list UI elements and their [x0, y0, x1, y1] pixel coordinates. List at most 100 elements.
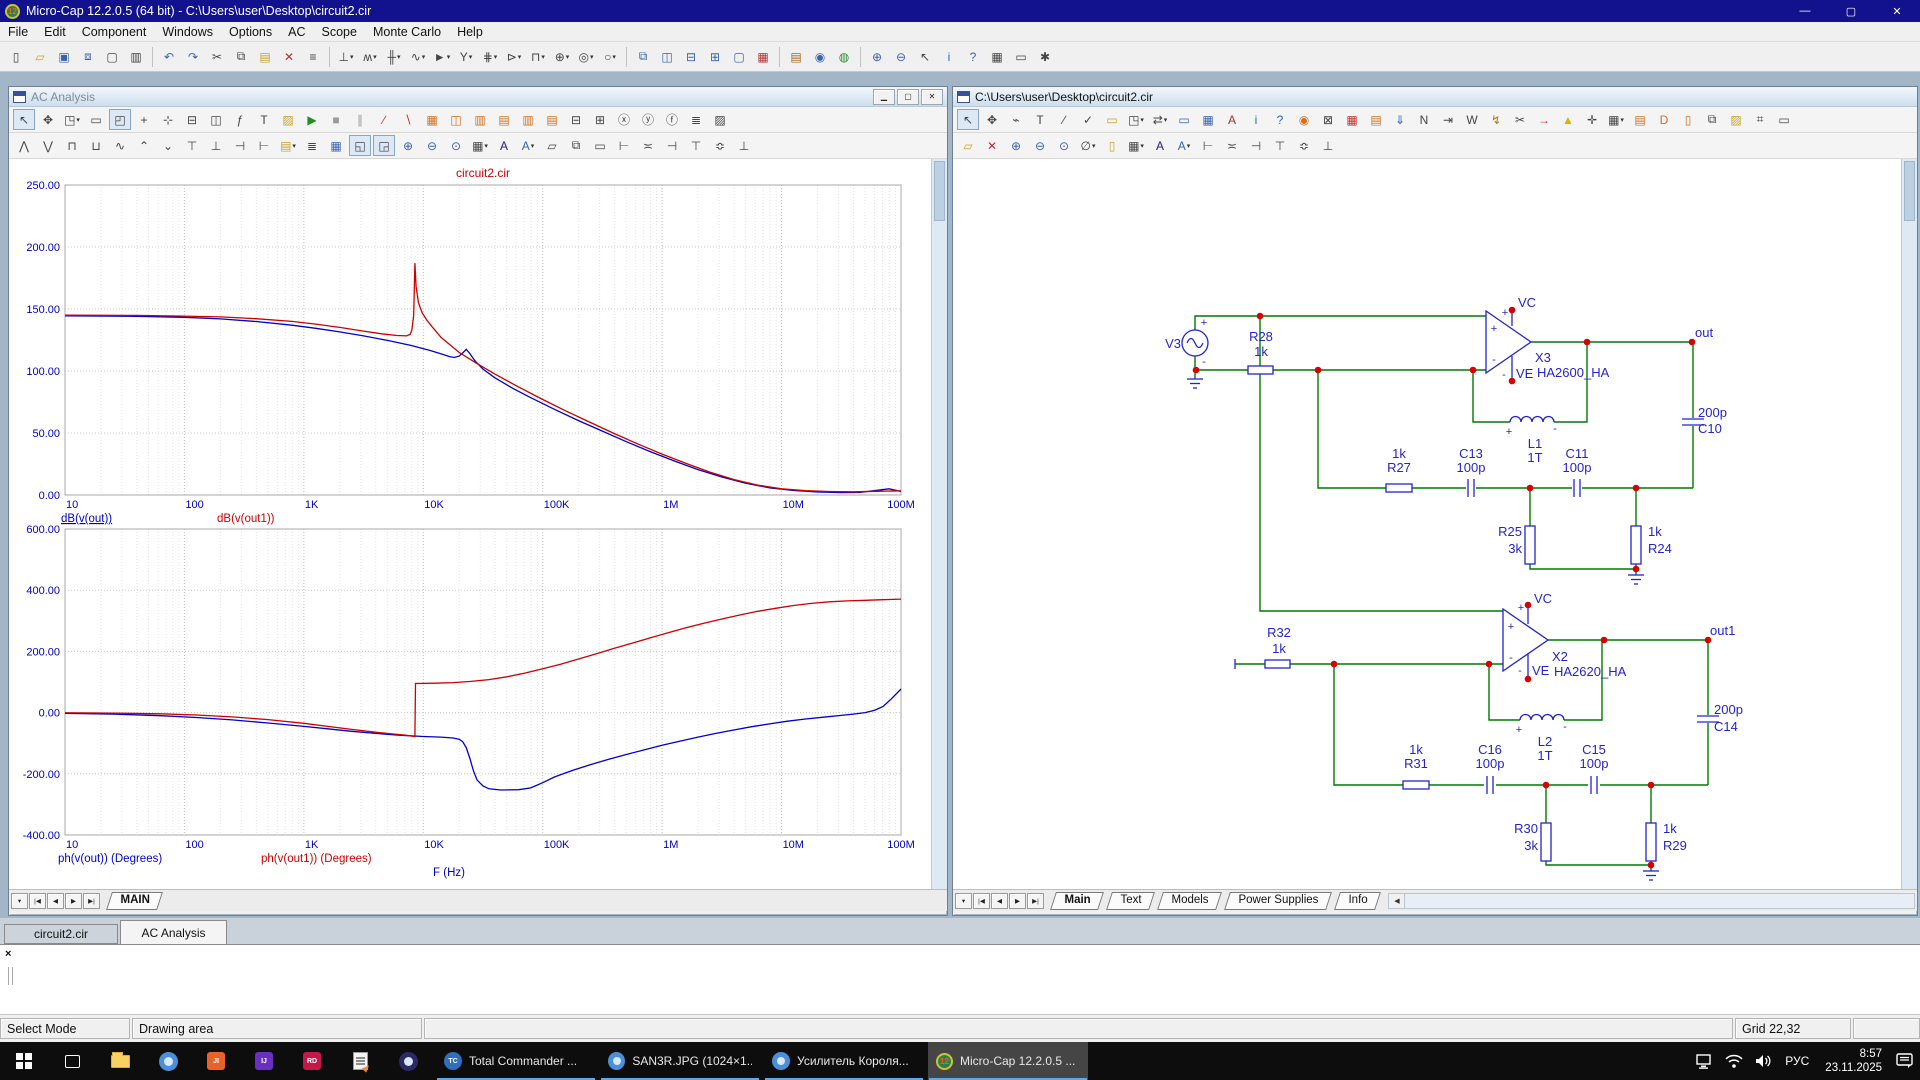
image-viewer-taskbar-button[interactable]: SAN3R.JPG (1024×1... [600, 1042, 760, 1080]
font-button[interactable]: A [493, 135, 515, 156]
notepad[interactable] [336, 1042, 384, 1080]
intellij-idea[interactable]: IJ [240, 1042, 288, 1080]
cross-hair-button[interactable]: ✛ [1581, 109, 1603, 130]
mosfet-component-button[interactable]: ⋕▾ [479, 46, 501, 67]
current-display-button[interactable]: W [1461, 109, 1483, 130]
top-edge-button[interactable]: ⊤ [181, 135, 203, 156]
ac-close-button[interactable]: ✕ [921, 89, 943, 105]
sch-nav-prev-button[interactable]: ◀ [991, 893, 1008, 909]
schematic-canvas[interactable]: V3 + - R28 1k + - + VC - VE X3 HA2600_HA… [953, 159, 1917, 889]
redo-button[interactable]: ↷ [182, 46, 204, 67]
low-button[interactable]: ⊔ [85, 135, 107, 156]
data-points-button[interactable]: ▦ [421, 109, 443, 130]
network-icon[interactable] [1689, 1054, 1719, 1069]
paste-button[interactable]: ▤ [254, 46, 276, 67]
revert-file-button[interactable]: ▢ [101, 46, 123, 67]
page-properties-button[interactable]: ▯ [1101, 135, 1123, 156]
browser-window-taskbar-button[interactable]: Усилитель Короля... [764, 1042, 924, 1080]
ac-vertical-scrollbar[interactable] [931, 159, 947, 889]
global-high-button[interactable]: ⌃ [133, 135, 155, 156]
preferences-button[interactable]: ✱ [1034, 46, 1056, 67]
help-mode-button[interactable]: ? [1269, 109, 1291, 130]
no-autoscale-button[interactable]: ∅▾ [1077, 135, 1099, 156]
align-middle-button[interactable]: ≎ [1293, 135, 1315, 156]
go-to-branch-button[interactable]: ≣ [685, 109, 707, 130]
document-tab-ac-analysis[interactable]: AC Analysis [120, 920, 227, 944]
pin-connections-button[interactable]: → [1533, 109, 1555, 130]
split-window-button[interactable]: ⊞ [704, 46, 726, 67]
remove-plot-button[interactable]: ⊟ [565, 109, 587, 130]
copy-button[interactable]: ⧉ [230, 46, 252, 67]
wire-mode-button[interactable]: ⌁ [1005, 109, 1027, 130]
overlay-plots-button[interactable]: ▤ [541, 109, 563, 130]
resistor-component-button[interactable]: ʍ▾ [359, 46, 381, 67]
scale-mode-button[interactable]: ◰ [109, 109, 131, 130]
inflection-button[interactable]: ∿ [109, 135, 131, 156]
text-mode-button[interactable]: T [1029, 109, 1051, 130]
ac-plot-svg[interactable]: 250.00200.00150.00100.0050.000.00101001K… [9, 159, 927, 889]
text-increment-button[interactable]: ▤ [1365, 109, 1387, 130]
pan-button[interactable]: ✥ [981, 109, 1003, 130]
sch-nav-first-button[interactable]: |◀ [973, 893, 990, 909]
language-indicator[interactable]: РУС [1785, 1054, 1809, 1068]
grid-spacing-button[interactable]: ▦▾ [1125, 135, 1147, 156]
browser[interactable] [144, 1042, 192, 1080]
clipboard-button[interactable]: ▤▾ [277, 135, 299, 156]
ac-nav-dropdown-button[interactable]: ▾ [11, 893, 28, 909]
text-tool-button[interactable]: T [253, 109, 275, 130]
point-tag-button[interactable]: ⊹ [157, 109, 179, 130]
x-log-scale-button[interactable]: ◱ [349, 135, 371, 156]
sheet-tab-text[interactable]: Text [1106, 892, 1155, 910]
model-editor-button[interactable]: ▦ [1341, 109, 1363, 130]
menu-ac[interactable]: AC [280, 24, 313, 40]
align-left-button[interactable]: ⊢ [1197, 135, 1219, 156]
pause-button[interactable]: ∥ [349, 109, 371, 130]
menu-monte-carlo[interactable]: Monte Carlo [365, 24, 449, 40]
select-button[interactable]: ↖ [957, 109, 979, 130]
component-select-button[interactable]: ◳▾ [1125, 109, 1147, 130]
align-top-button[interactable]: ⊤ [685, 135, 707, 156]
align-bottom-button[interactable]: ⊥ [733, 135, 755, 156]
delete-button[interactable]: ✕ [278, 46, 300, 67]
picture-button[interactable]: ▭ [1101, 109, 1123, 130]
hscroll-left-arrow[interactable]: ◀ [1389, 894, 1405, 908]
normal-plot-button[interactable]: ▥ [469, 109, 491, 130]
y-log-scale-button[interactable]: ◲ [373, 135, 395, 156]
wifi-icon[interactable] [1719, 1054, 1749, 1068]
menu-help[interactable]: Help [449, 24, 491, 40]
menu-edit[interactable]: Edit [36, 24, 74, 40]
ac-tab-main[interactable]: MAIN [106, 892, 163, 910]
horizontal-tag-button[interactable]: ⊟ [181, 109, 203, 130]
formula-text-button[interactable]: ƒ [229, 109, 251, 130]
inductor-component-button[interactable]: ∿▾ [407, 46, 429, 67]
find-button[interactable]: ≡ [302, 46, 324, 67]
zoom-custom-button[interactable]: ⊙ [1053, 135, 1075, 156]
font-color-button[interactable]: A▾ [517, 135, 539, 156]
grid-button[interactable]: ▦▾ [469, 135, 491, 156]
maximize-window-button[interactable]: ▢ [728, 46, 750, 67]
clock[interactable]: 8:57 23.11.2025 [1825, 1047, 1882, 1076]
info-mode-button[interactable]: i [1245, 109, 1267, 130]
add-plot-button[interactable]: ⊞ [589, 109, 611, 130]
open-file-button[interactable]: ▱ [29, 46, 51, 67]
go-to-x-button[interactable]: ⓧ [613, 109, 635, 130]
region-enable-button[interactable]: ⊠ [1317, 109, 1339, 130]
schematic-horizontal-scrollbar[interactable]: ◀ [1388, 893, 1915, 909]
copy-to-clipboard-button[interactable]: ⧉ [1701, 109, 1723, 130]
sine-source-component-button[interactable]: ⊕▾ [551, 46, 573, 67]
run-button[interactable]: ▶ [301, 109, 323, 130]
align-middle-button[interactable]: ≎ [709, 135, 731, 156]
ground-component-button[interactable]: ⊥▾ [335, 46, 357, 67]
title-block-button[interactable]: D [1653, 109, 1675, 130]
notification-center-icon[interactable] [1890, 1053, 1920, 1069]
node-numbers-button[interactable]: N [1413, 109, 1435, 130]
select-button[interactable]: ↖ [13, 109, 35, 130]
start-button[interactable] [0, 1042, 48, 1080]
vertical-tag-button[interactable]: ◫ [205, 109, 227, 130]
diode-component-button[interactable]: ►▾ [431, 46, 453, 67]
border-display-button[interactable]: ▤ [1629, 109, 1651, 130]
graphics-button[interactable]: ◳▾ [61, 109, 83, 130]
global-low-button[interactable]: ⌄ [157, 135, 179, 156]
box-select-button[interactable]: ⌗ [1749, 109, 1771, 130]
image-tool-button[interactable]: ▭ [1173, 109, 1195, 130]
